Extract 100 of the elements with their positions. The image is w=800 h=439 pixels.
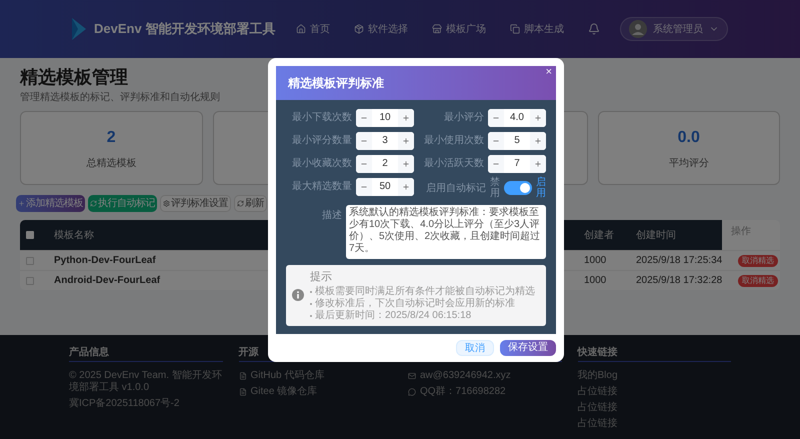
brand-title: DevEnv 智能开发环境部署工具 [94, 20, 276, 38]
plus-icon [402, 114, 410, 122]
plus-icon [534, 114, 542, 122]
document-icon [238, 388, 246, 396]
tip-item: 模板需要同时满足所有条件才能被自动标记为精选 [315, 286, 535, 298]
footer-heading: 产品信息 [69, 347, 109, 358]
row-checkbox[interactable] [26, 256, 34, 264]
column-header: 模板名称 [54, 228, 95, 242]
plus-icon [402, 182, 410, 190]
nav-link[interactable]: 首页 [296, 22, 330, 36]
number-stepper[interactable]: 7 [488, 154, 546, 172]
increment-button[interactable] [398, 132, 414, 150]
footer-link[interactable]: 我的Blog [578, 370, 618, 382]
time-cell-text: 2025/9/18 17:32:28 [636, 274, 724, 288]
decrement-button[interactable] [356, 108, 372, 126]
footer-link[interactable]: Gitee 镜像仓库 [250, 386, 318, 398]
settings-icon [163, 200, 170, 207]
stepper-value: 50 [378, 180, 392, 194]
action-button[interactable]: 执行自动标记 [88, 195, 157, 212]
switch-off-label: 禁用 [490, 177, 500, 199]
number-stepper[interactable]: 5 [488, 132, 546, 150]
refresh-icon [90, 200, 97, 207]
creator-cell-text: 1000 [584, 274, 608, 288]
number-stepper[interactable]: 3 [356, 132, 414, 150]
footer-link[interactable]: 占位链接 [578, 386, 618, 398]
document-icon [238, 372, 246, 380]
field-label: 最小下载次数 [292, 110, 352, 125]
action-button[interactable]: 添加精选模板 [16, 195, 85, 212]
toggle-switch[interactable] [504, 181, 532, 195]
footer-link[interactable]: GitHub 代码仓库 [250, 370, 324, 382]
increment-button[interactable] [398, 154, 414, 172]
dialog-title: 精选模板评判标准 [288, 75, 384, 92]
increment-button[interactable] [530, 154, 546, 172]
copy-icon [510, 24, 520, 34]
increment-button[interactable] [530, 132, 546, 150]
cancel-featured-button[interactable]: 取消精选 [738, 274, 778, 286]
tip-title: 提示 [310, 270, 333, 285]
stat-value: 0.0 [678, 128, 700, 148]
number-stepper[interactable]: 2 [356, 154, 414, 172]
close-button[interactable]: × [546, 66, 552, 78]
template-name: Android-Dev-FourLeaf [54, 274, 162, 288]
nav-link[interactable]: 软件选择 [354, 22, 408, 36]
stepper-value: 10 [378, 111, 392, 125]
footer-text: © 2025 DevEnv Team. 智能开发环境部署工具 v1.0.0 [69, 370, 222, 394]
footer-heading: 开源 [238, 347, 258, 358]
notification-icon[interactable] [588, 23, 600, 35]
decrement-button[interactable] [356, 178, 372, 196]
decrement-button[interactable] [488, 132, 504, 150]
house-icon [296, 24, 306, 34]
increment-button[interactable] [398, 178, 414, 196]
footer-link[interactable]: 占位链接 [578, 418, 618, 430]
row-checkbox[interactable] [26, 276, 34, 284]
footer-link[interactable]: 占位链接 [578, 402, 618, 414]
footer-text: 冀ICP备2025118067号-2 [69, 398, 180, 410]
column-header: 创建者 [584, 228, 615, 242]
description-field[interactable]: 系统默认的精选模板评判标准：要求模板至少有10次下载、4.0分以上评分（至少3人评价）、5次使用、2次收藏，且创建时间超过7天。 [346, 205, 546, 259]
stepper-value: 3 [381, 134, 389, 148]
nav-link[interactable]: 脚本生成 [510, 22, 564, 36]
tip-item: 修改标准后，下次自动标记时会应用新的标准 [315, 298, 515, 310]
footer-link[interactable]: QQ群：716698282 [420, 386, 506, 398]
page-title: 精选模板管理 [20, 66, 128, 88]
footer-heading: 快速链接 [578, 347, 618, 358]
stat-label: 平均评分 [668, 156, 709, 170]
field-label: 最小活跃天数 [424, 156, 484, 171]
plus-icon [534, 136, 542, 144]
decrement-button[interactable] [356, 154, 372, 172]
decrement-button[interactable] [488, 154, 504, 172]
nav-link[interactable]: 模板广场 [432, 22, 486, 36]
plus-icon [402, 136, 410, 144]
action-button[interactable]: 评判标准设置 [160, 195, 231, 212]
template-name: Python-Dev-FourLeaf [54, 254, 157, 268]
field-label: 最大精选数量 [292, 180, 352, 194]
increment-button[interactable] [398, 108, 414, 126]
time-cell-text: 2025/9/18 17:25:34 [636, 254, 724, 268]
decrement-button[interactable] [356, 132, 372, 150]
plus-icon [18, 200, 25, 207]
stat-value: 2 [106, 128, 116, 148]
number-stepper[interactable]: 50 [356, 178, 414, 196]
plus-icon [402, 160, 410, 168]
save-button[interactable]: 保存设置 [500, 340, 556, 356]
field-label: 最小收藏次数 [292, 156, 352, 171]
field-label: 描述 [321, 208, 342, 223]
avatar [629, 20, 647, 38]
action-button[interactable]: 刷新 [234, 195, 267, 212]
number-stepper[interactable]: 10 [356, 108, 414, 126]
switch-on-label: 启用 [536, 177, 546, 199]
increment-button[interactable] [530, 108, 546, 126]
decrement-button[interactable] [488, 108, 504, 126]
cancel-button[interactable]: 取消 [456, 340, 494, 356]
field-label: 最小使用次数 [424, 134, 484, 148]
number-stepper[interactable]: 4.0 [488, 108, 546, 126]
creator-cell-text: 1000 [584, 254, 608, 268]
chat-icon [408, 388, 416, 396]
page-subtitle: 管理精选模板的标记、评判标准和自动化规则 [20, 90, 221, 105]
field-label: 启用自动标记 [426, 182, 486, 196]
column-header: 创建时间 [636, 228, 677, 242]
package-icon [354, 24, 364, 34]
footer-link[interactable]: aw@639246942.xyz [420, 370, 511, 382]
header-checkbox[interactable] [26, 231, 34, 239]
cancel-featured-button[interactable]: 取消精选 [738, 254, 778, 266]
